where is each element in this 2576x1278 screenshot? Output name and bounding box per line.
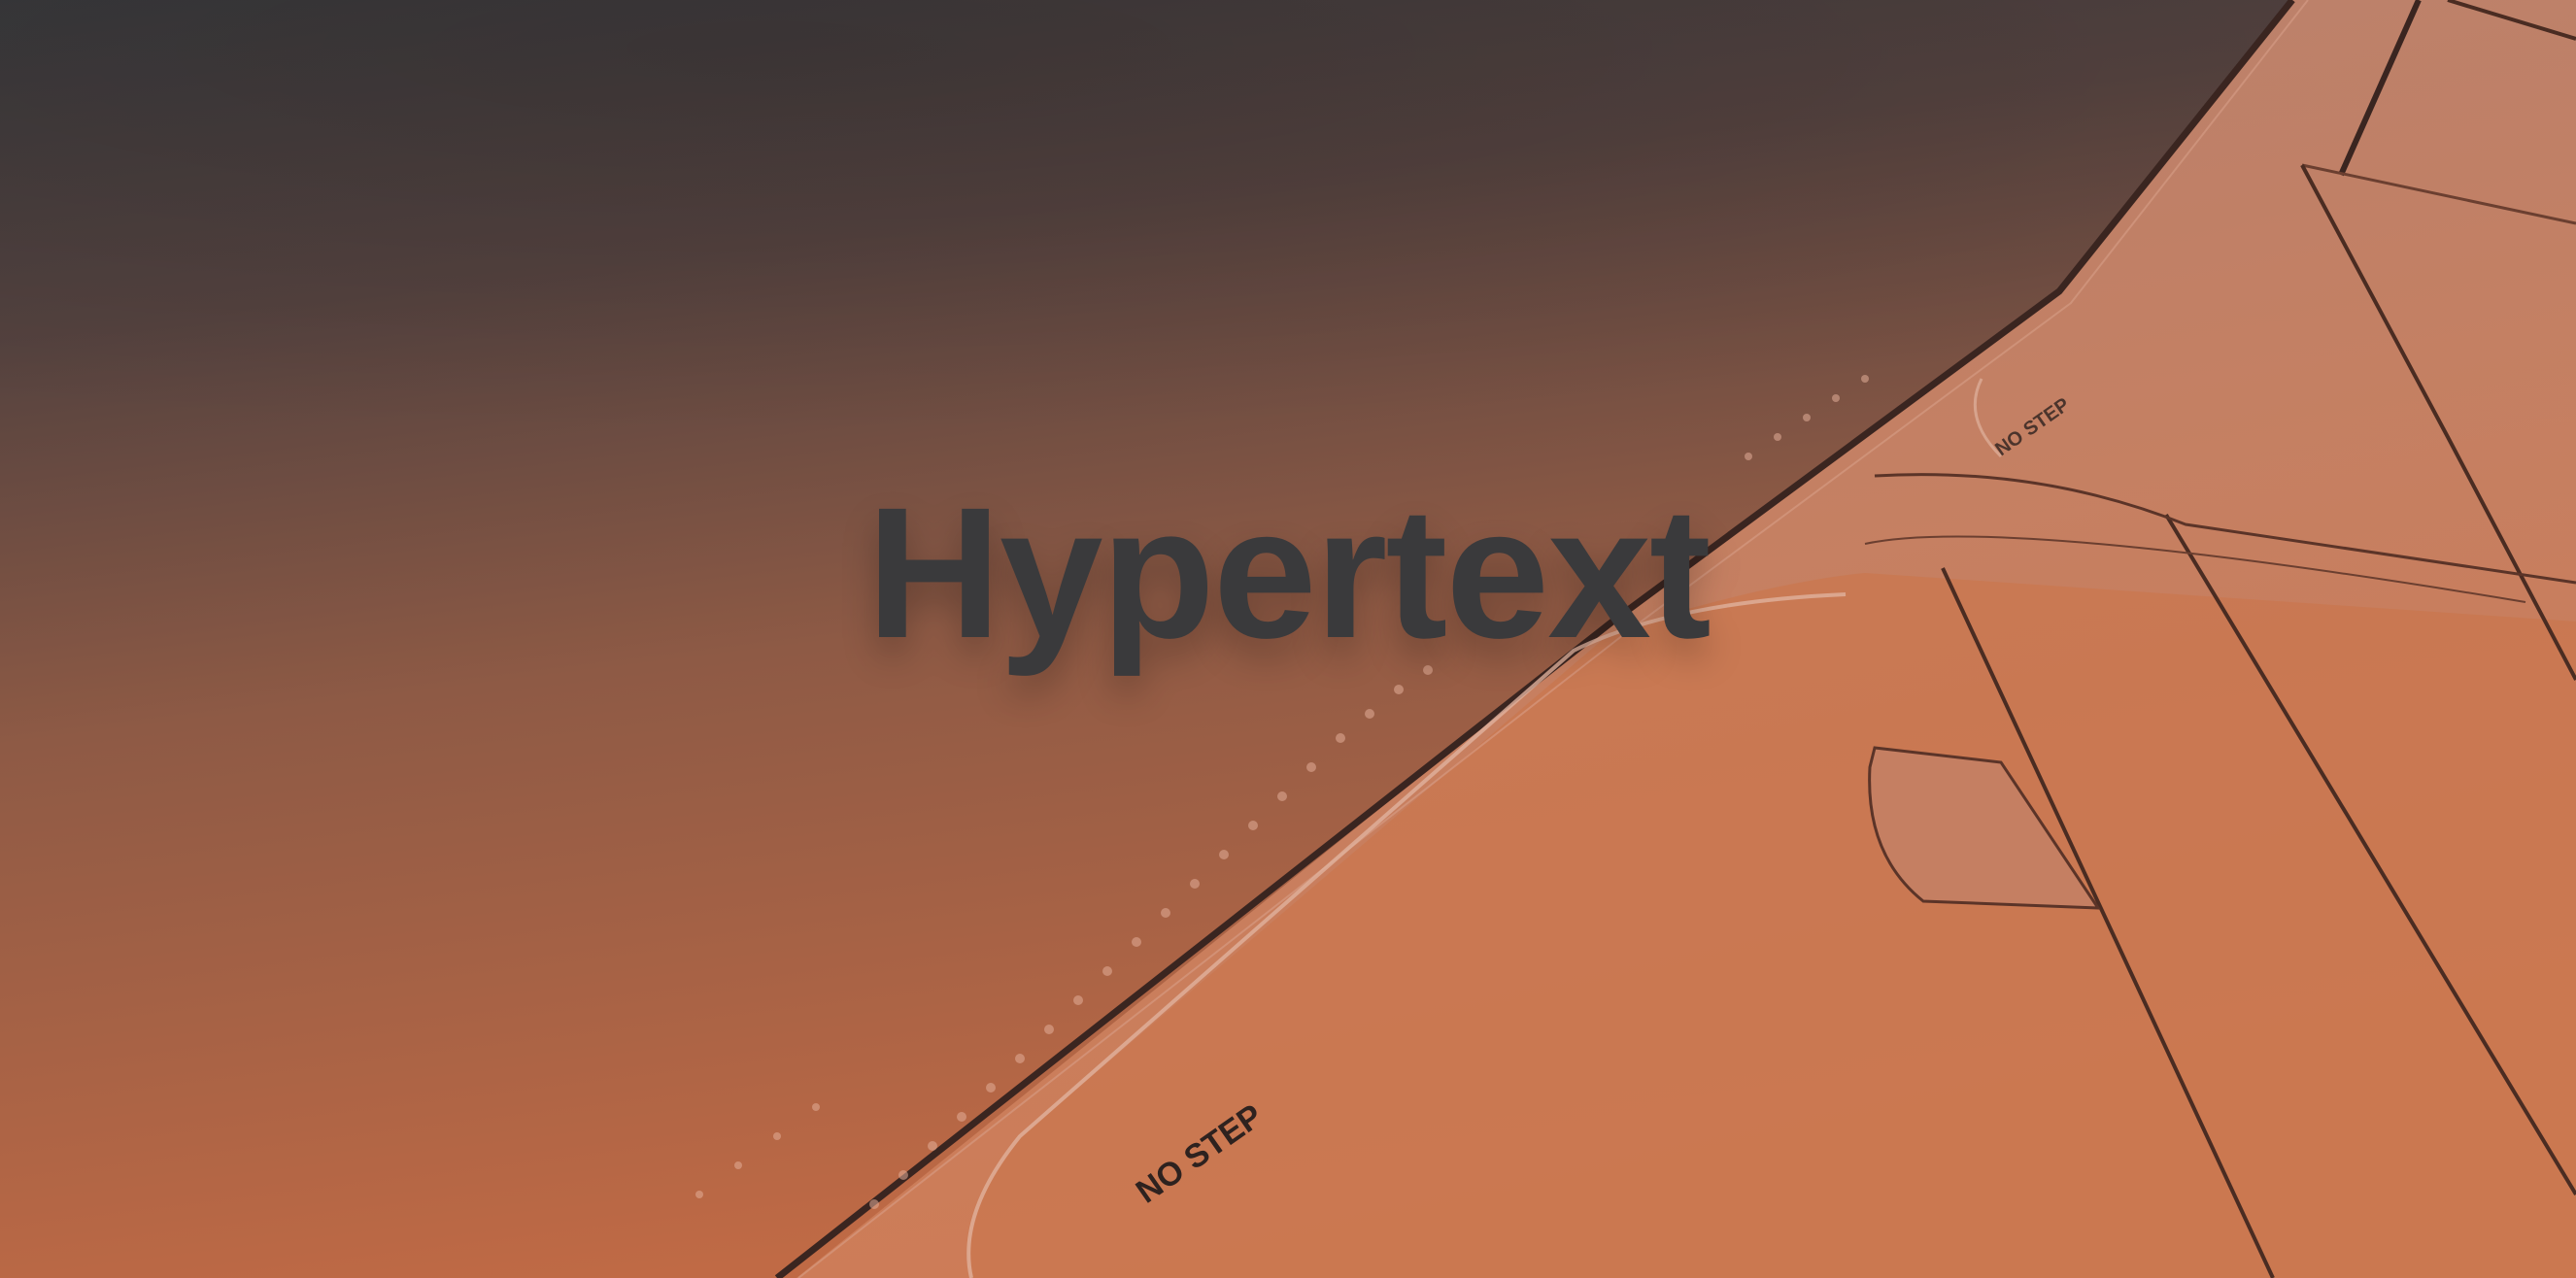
hero-title: Hypertext	[866, 468, 1712, 677]
hero-section: NO STEP NO STEP Hypertext	[0, 0, 2576, 1278]
